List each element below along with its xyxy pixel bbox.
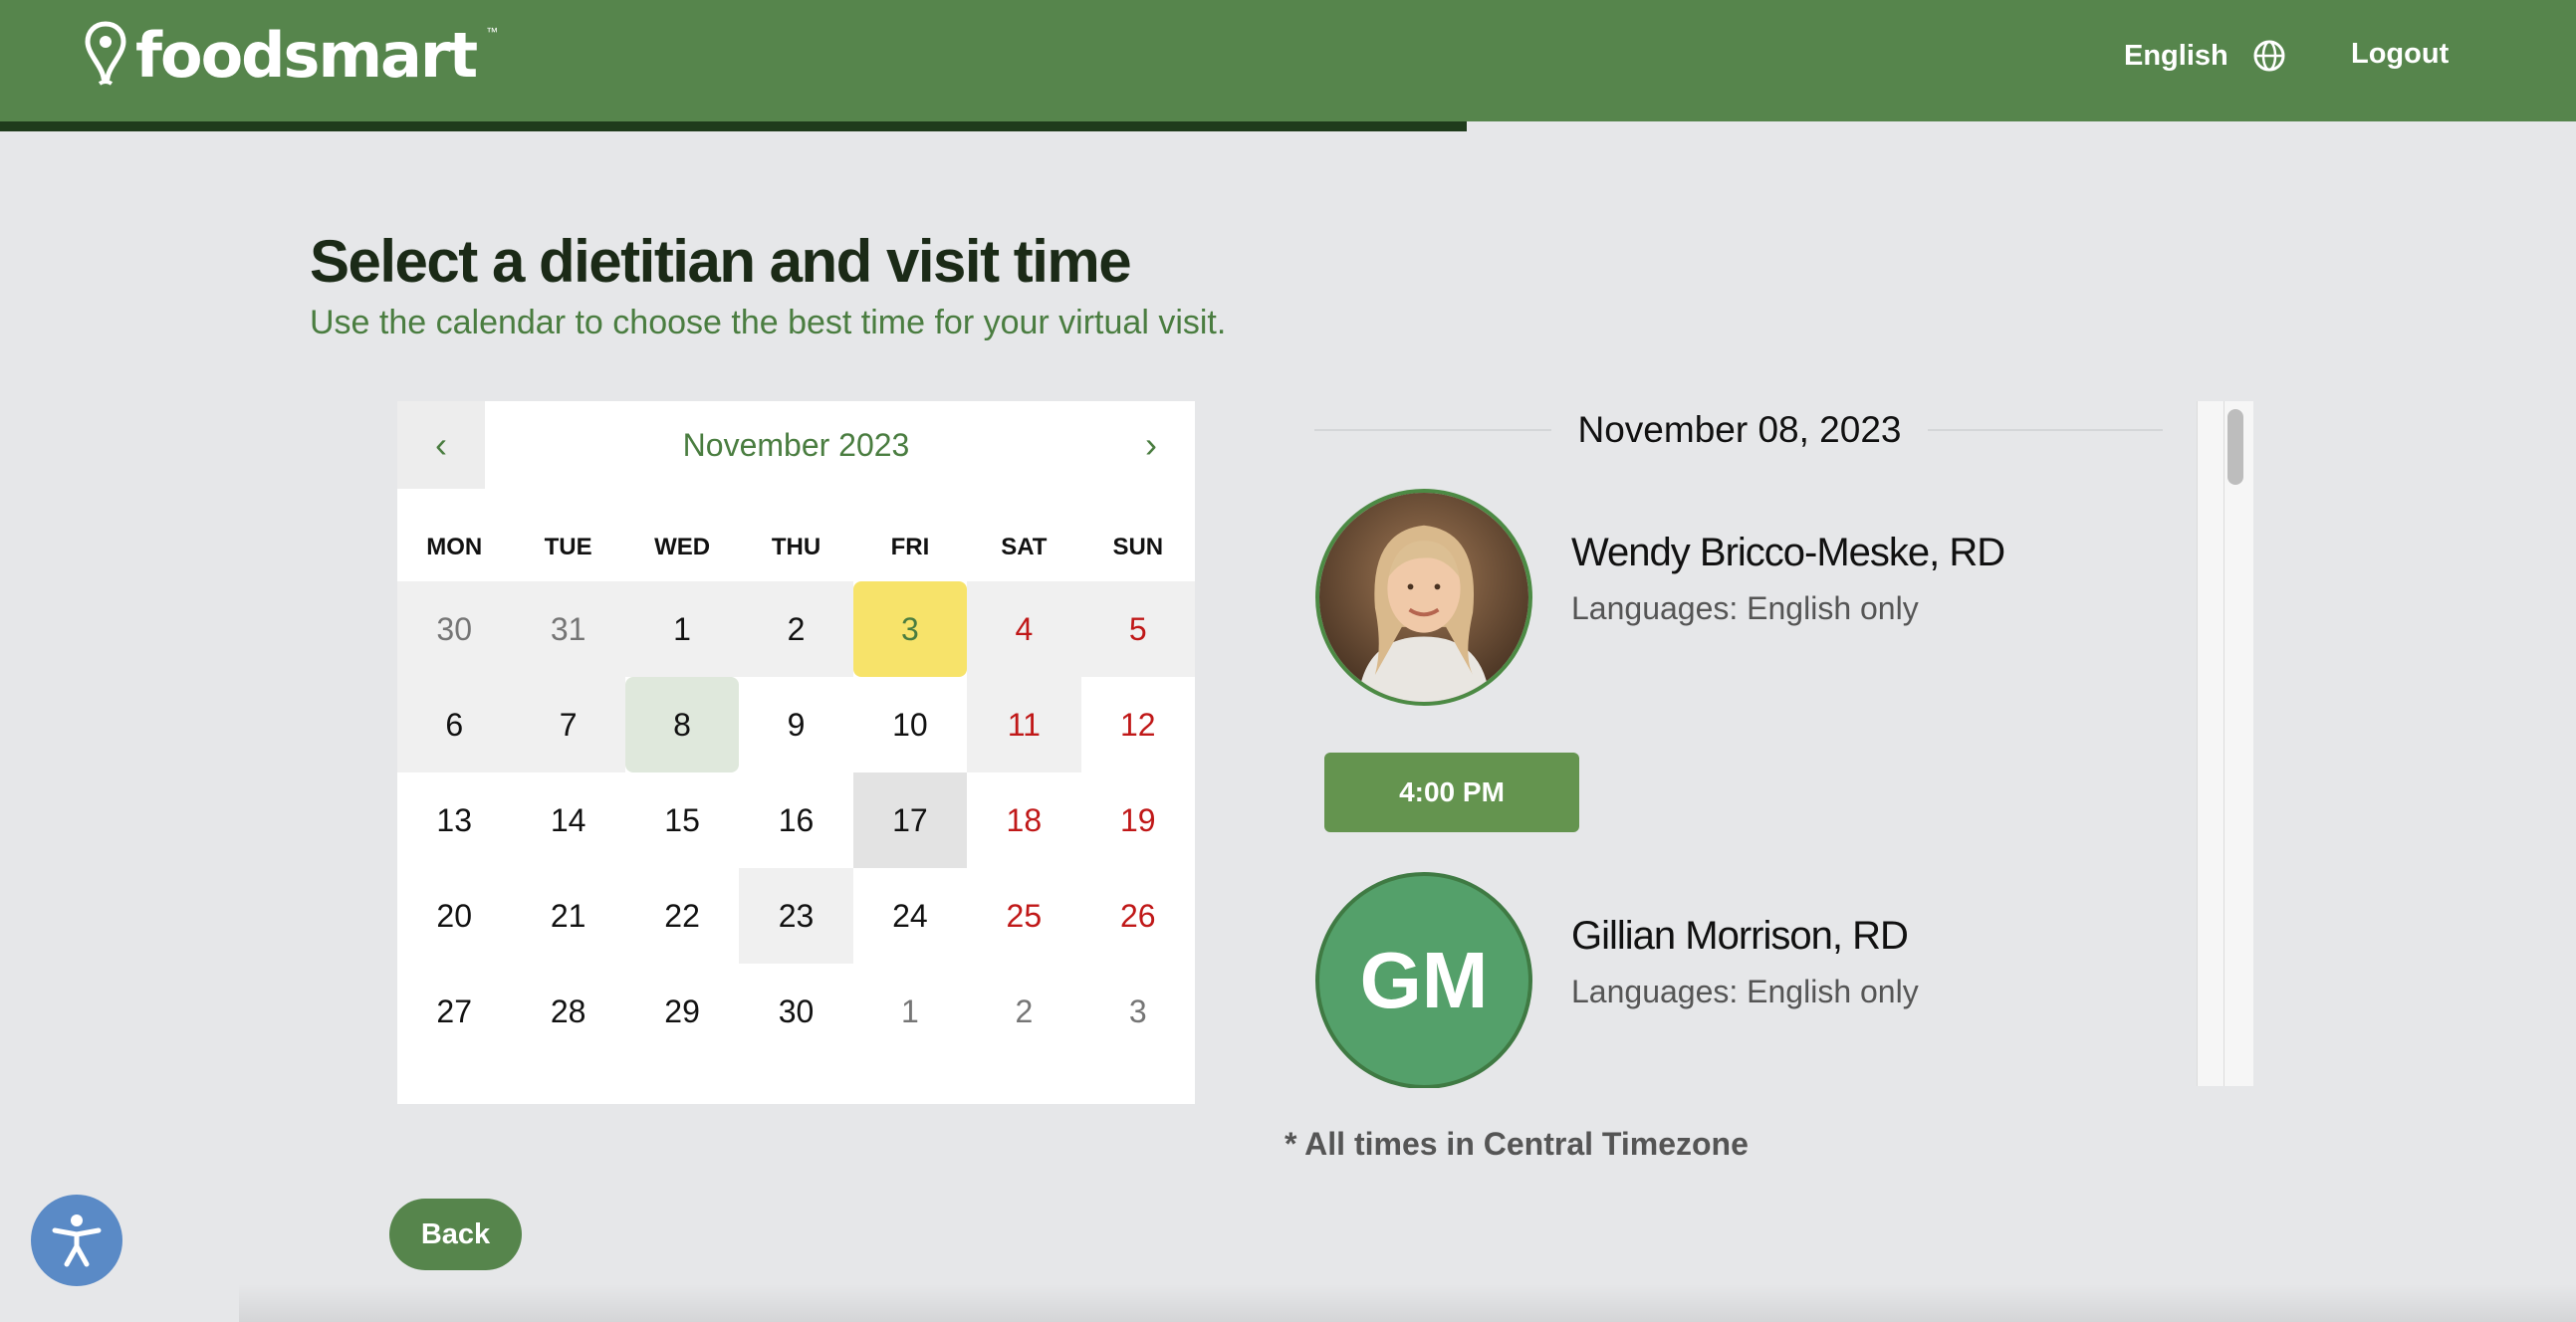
onboarding-progress-bar <box>0 121 1467 131</box>
trademark-symbol: ™ <box>486 25 499 39</box>
calendar-day[interactable]: 25 <box>967 868 1080 964</box>
calendar-day[interactable]: 30 <box>739 964 852 1059</box>
calendar-day[interactable]: 11 <box>967 677 1081 772</box>
calendar-day[interactable]: 10 <box>853 677 967 772</box>
globe-icon <box>2253 40 2285 72</box>
calendar-day[interactable]: 23 <box>739 868 853 964</box>
weekday-label: SUN <box>1112 534 1164 560</box>
calendar-day[interactable]: 20 <box>397 868 511 964</box>
panel-scrollbar[interactable] <box>2197 401 2253 1086</box>
calendar-day[interactable]: 16 <box>739 772 852 868</box>
calendar-day[interactable]: 12 <box>1081 677 1195 772</box>
language-label: English <box>2124 39 2228 72</box>
back-button[interactable]: Back <box>389 1199 522 1270</box>
portrait-image <box>1319 493 1528 702</box>
dietitian-name: Gillian Morrison, RD <box>1571 914 1909 958</box>
calendar-day[interactable]: 14 <box>511 772 624 868</box>
weekday-label: THU <box>771 534 821 560</box>
accessibility-button[interactable] <box>31 1195 122 1286</box>
weekday-label: WED <box>654 534 711 560</box>
location-pin-icon <box>85 21 126 86</box>
weekday-label: FRI <box>890 534 930 560</box>
dietitian-avatar-photo <box>1315 489 1532 706</box>
calendar-day[interactable]: 8 <box>624 677 740 772</box>
calendar-day[interactable]: 22 <box>625 868 739 964</box>
calendar-day[interactable]: 5 <box>1080 581 1195 677</box>
weekday-label: MON <box>426 534 483 560</box>
dietitian-languages: Languages: English only <box>1571 590 1919 626</box>
foodsmart-logo[interactable]: foodsmart ™ <box>84 20 498 92</box>
accessibility-person-icon <box>52 1214 102 1267</box>
divider-line <box>1928 429 2163 431</box>
calendar-day[interactable]: 31 <box>511 581 625 677</box>
calendar-day[interactable]: 21 <box>511 868 624 964</box>
calendar-day-grid: 30 31 1 2 3 4 5 6 7 8 9 10 11 12 13 14 15 16 17 18 19 20 21 22 2… <box>397 581 1195 1059</box>
calendar-day[interactable]: 6 <box>397 677 512 772</box>
scrollbar-divider <box>2224 401 2225 1086</box>
language-selector[interactable]: English <box>2124 36 2286 76</box>
weekday-label: SAT <box>1001 534 1048 560</box>
calendar-weekday-header: MON TUE WED THU FRI SAT SUN <box>397 534 1195 573</box>
calendar-day[interactable]: 26 <box>1081 868 1195 964</box>
dietitian-name: Wendy Bricco-Meske, RD <box>1571 531 2005 574</box>
previous-month-button[interactable]: ‹ <box>397 401 485 489</box>
calendar-day[interactable]: 1 <box>624 581 740 677</box>
timezone-note: * All times in Central Timezone <box>1285 1126 1749 1162</box>
page-subtitle: Use the calendar to choose the best time… <box>310 304 1227 341</box>
page-title: Select a dietitian and visit time <box>310 228 1132 295</box>
calendar-day[interactable]: 27 <box>397 964 511 1059</box>
calendar-day[interactable]: 2 <box>967 964 1080 1059</box>
dietitian-avatar-initials: GM <box>1315 872 1532 1088</box>
divider-line <box>1314 429 1551 431</box>
calendar-day[interactable]: 29 <box>625 964 739 1059</box>
logout-link[interactable]: Logout <box>2351 38 2449 71</box>
calendar: ‹ November 2023 › MON TUE WED THU FRI SAT SUN … <box>397 401 1195 1104</box>
calendar-day[interactable]: 15 <box>625 772 739 868</box>
scrollbar-thumb[interactable] <box>2227 409 2243 485</box>
selected-date-heading: November 08, 2023 <box>1577 409 1902 450</box>
weekday-label: TUE <box>544 534 592 560</box>
calendar-day[interactable]: 9 <box>739 677 852 772</box>
calendar-day[interactable]: 4 <box>967 581 1081 677</box>
calendar-month-label: November 2023 <box>682 426 910 463</box>
time-slot-button[interactable]: 4:00 PM <box>1324 753 1579 832</box>
calendar-day[interactable]: 28 <box>511 964 624 1059</box>
dietitian-languages: Languages: English only <box>1571 974 1919 1009</box>
logo-wordmark: foodsmart <box>135 19 478 92</box>
calendar-day[interactable]: 30 <box>397 581 512 677</box>
calendar-day[interactable]: 3 <box>1081 964 1195 1059</box>
calendar-day[interactable]: 18 <box>967 772 1080 868</box>
calendar-day[interactable]: 2 <box>739 581 853 677</box>
top-navigation-bar: foodsmart ™ English Logout <box>0 0 2576 121</box>
calendar-day[interactable]: 13 <box>397 772 511 868</box>
calendar-day[interactable]: 24 <box>853 868 967 964</box>
calendar-day[interactable]: 19 <box>1081 772 1195 868</box>
calendar-day[interactable]: 7 <box>511 677 625 772</box>
calendar-day[interactable]: 3 <box>852 581 968 677</box>
calendar-day[interactable]: 17 <box>852 772 968 868</box>
calendar-day[interactable]: 1 <box>853 964 967 1059</box>
availability-panel: November 08, 2023 Wendy Bricco-Meske, RD… <box>1314 401 2163 1088</box>
bottom-fade <box>239 1284 2576 1322</box>
next-month-button[interactable]: › <box>1107 401 1195 489</box>
